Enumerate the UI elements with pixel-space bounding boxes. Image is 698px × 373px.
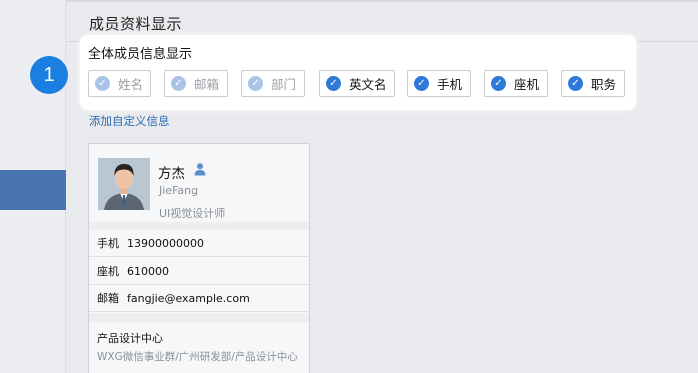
check-icon: ✓ bbox=[568, 76, 583, 91]
section-divider bbox=[89, 313, 309, 322]
check-icon: ✓ bbox=[95, 76, 110, 91]
email-value: fangjie@example.com bbox=[127, 291, 250, 305]
field-display-panel: 全体成员信息显示 ✓ 姓名 ✓ 邮箱 ✓ 部门 ✓ 英文名 ✓ 手机 ✓ 座机 … bbox=[80, 35, 636, 110]
email-row: 邮箱 fangjie@example.com bbox=[89, 285, 309, 312]
field-chip-label: 邮箱 bbox=[194, 77, 220, 92]
phone-row: 座机 610000 bbox=[89, 258, 309, 285]
member-position: UI视觉设计师 bbox=[159, 207, 226, 220]
panel-heading: 全体成员信息显示 bbox=[88, 47, 193, 62]
email-label: 邮箱 bbox=[97, 292, 119, 305]
field-chip-label: 英文名 bbox=[349, 77, 387, 92]
add-custom-info-link[interactable]: 添加自定义信息 bbox=[89, 113, 170, 129]
mobile-row: 手机 13900000000 bbox=[89, 230, 309, 257]
page-title: 成员资料显示 bbox=[89, 15, 183, 33]
field-chip-english-name[interactable]: ✓ 英文名 bbox=[319, 70, 395, 97]
mobile-value: 13900000000 bbox=[127, 236, 204, 250]
field-chip-mobile[interactable]: ✓ 手机 bbox=[407, 70, 471, 97]
check-icon: ✓ bbox=[248, 76, 263, 91]
field-chip-name: ✓ 姓名 bbox=[88, 70, 151, 97]
sidebar-active-item[interactable] bbox=[0, 170, 66, 210]
check-icon: ✓ bbox=[414, 76, 429, 91]
check-icon: ✓ bbox=[171, 76, 186, 91]
member-english-name: JieFang bbox=[159, 184, 199, 197]
member-profile-card: 方杰 JieFang UI视觉设计师 手机 13900000000 座机 610… bbox=[88, 143, 310, 373]
top-border bbox=[0, 0, 698, 2]
check-icon: ✓ bbox=[491, 76, 506, 91]
field-chip-label: 职务 bbox=[591, 77, 617, 92]
field-chip-label: 部门 bbox=[271, 77, 297, 92]
member-name: 方杰 bbox=[158, 166, 185, 182]
field-chip-label: 座机 bbox=[514, 77, 540, 92]
mobile-label: 手机 bbox=[97, 237, 119, 250]
phone-value: 610000 bbox=[127, 264, 169, 278]
person-icon bbox=[194, 163, 206, 176]
section-divider bbox=[89, 222, 309, 230]
department-path: WXG微信事业群/广州研发部/产品设计中心 bbox=[97, 351, 298, 363]
field-chip-department: ✓ 部门 bbox=[241, 70, 305, 97]
department-name: 产品设计中心 bbox=[97, 332, 163, 345]
field-chip-title[interactable]: ✓ 职务 bbox=[561, 70, 625, 97]
check-icon: ✓ bbox=[326, 76, 341, 91]
field-chip-label: 手机 bbox=[437, 77, 463, 92]
field-chip-email: ✓ 邮箱 bbox=[164, 70, 228, 97]
step-number-badge: 1 bbox=[30, 56, 68, 94]
field-chip-label: 姓名 bbox=[118, 77, 144, 92]
phone-label: 座机 bbox=[97, 265, 119, 278]
avatar bbox=[98, 158, 150, 210]
field-chip-phone[interactable]: ✓ 座机 bbox=[484, 70, 548, 97]
